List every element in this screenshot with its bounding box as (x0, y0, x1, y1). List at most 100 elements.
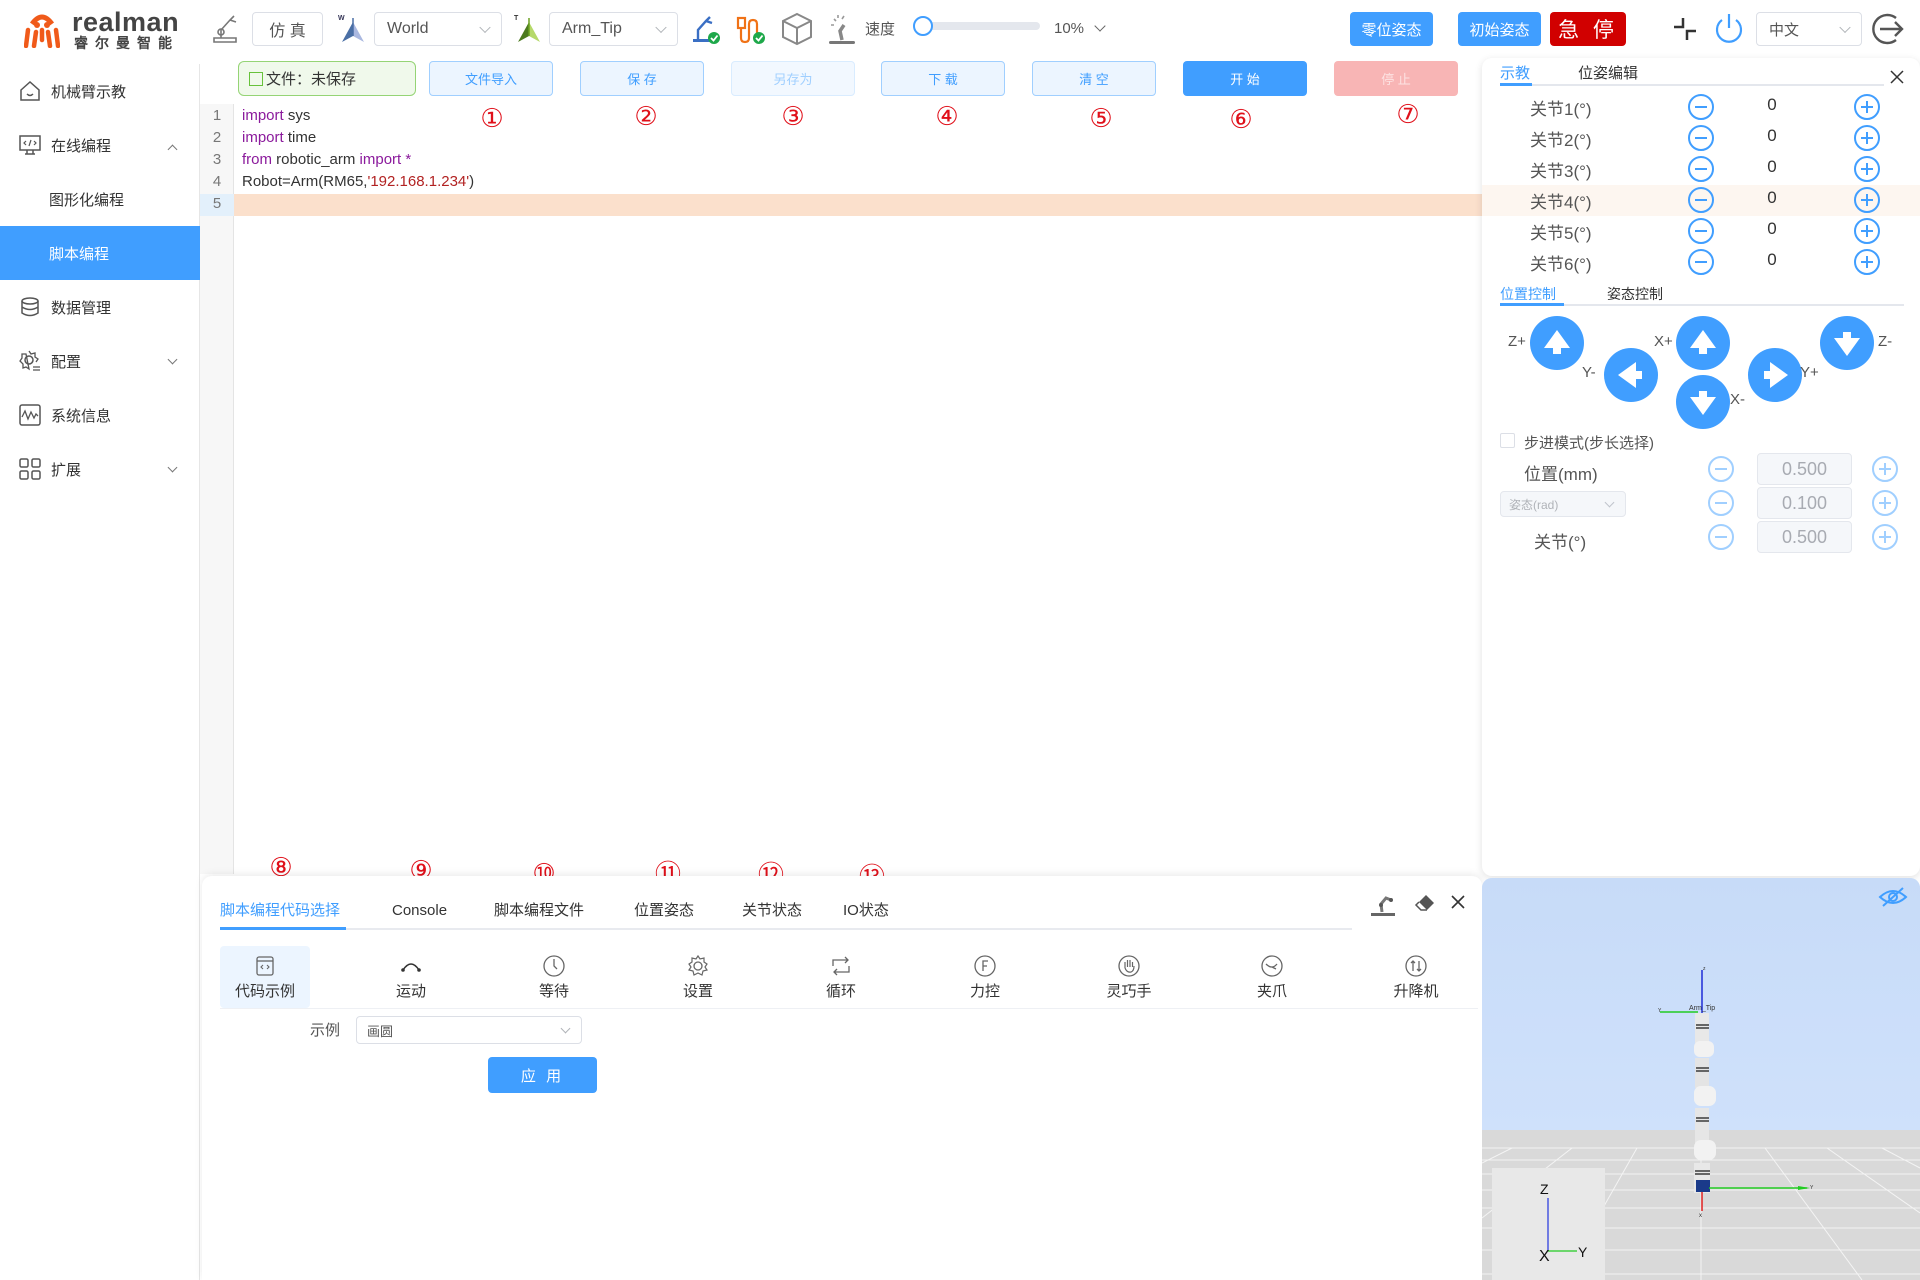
save-as-button[interactable]: 另存为 (731, 61, 855, 96)
tab-position-control[interactable]: 位置控制 (1500, 284, 1556, 304)
power-icon[interactable] (1712, 10, 1746, 48)
category-lift[interactable]: 升降机 (1371, 946, 1461, 1008)
sidebar-item-arm-teach[interactable]: 机械臂示教 (0, 64, 200, 118)
cube-icon[interactable] (780, 11, 814, 47)
stop-button[interactable]: 停 止 (1334, 61, 1458, 96)
z-minus-button[interactable] (1820, 316, 1874, 370)
robot-arm-icon[interactable] (210, 12, 240, 46)
code-editor[interactable] (234, 104, 1484, 874)
frame-select[interactable]: World (374, 12, 502, 46)
drag-teach-icon[interactable] (1368, 890, 1398, 918)
joint-step-increase-button[interactable] (1872, 524, 1898, 550)
visibility-toggle-icon[interactable] (1878, 886, 1908, 908)
import-file-button[interactable]: 文件导入 (429, 61, 553, 96)
sidebar-item-extensions[interactable]: 扩展 (0, 442, 200, 496)
drag-teach-icon[interactable] (826, 11, 858, 47)
joint-decrease-button[interactable] (1688, 125, 1714, 151)
sidebar-item-config[interactable]: 配置 (0, 334, 200, 388)
save-button[interactable]: 保 存 (580, 61, 704, 96)
sidebar-item-online-programming[interactable]: 在线编程 (0, 118, 200, 172)
joint-increase-button[interactable] (1854, 249, 1880, 275)
apply-button[interactable]: 应 用 (488, 1057, 597, 1093)
3d-scene: z Y Arm_Tip Y x Z Y X (1482, 878, 1920, 1280)
category-code-example[interactable]: 代码示例 (220, 946, 310, 1008)
tab-console[interactable]: Console (392, 896, 447, 926)
controller-connected-icon[interactable] (735, 12, 767, 46)
example-select[interactable]: 画圆 (356, 1016, 582, 1044)
download-button[interactable]: 下 载 (881, 61, 1005, 96)
category-loop[interactable]: 循环 (796, 946, 886, 1008)
tab-pose-edit[interactable]: 位姿编辑 (1578, 62, 1638, 83)
tab-teach[interactable]: 示教 (1500, 62, 1530, 83)
tab-joint-status[interactable]: 关节状态 (742, 896, 802, 926)
tab-script-files[interactable]: 脚本编程文件 (494, 896, 584, 926)
joint-decrease-button[interactable] (1688, 218, 1714, 244)
joint-decrease-button[interactable] (1688, 187, 1714, 213)
sidebar-item-graphical-programming[interactable]: 图形化编程 (0, 172, 200, 226)
joint-decrease-button[interactable] (1688, 249, 1714, 275)
joint-value[interactable]: 0 (1752, 188, 1792, 208)
orientation-step-increase-button[interactable] (1872, 490, 1898, 516)
joint-increase-button[interactable] (1854, 218, 1880, 244)
logout-icon[interactable] (1870, 10, 1908, 48)
arm-connected-icon[interactable] (690, 12, 722, 46)
tab-io-status[interactable]: IO状态 (843, 896, 889, 926)
initial-pose-button[interactable]: 初始姿态 (1458, 12, 1541, 46)
eraser-icon[interactable] (1414, 892, 1436, 914)
position-step-increase-button[interactable] (1872, 456, 1898, 482)
tab-orientation-control[interactable]: 姿态控制 (1607, 284, 1663, 304)
y-minus-button[interactable] (1604, 348, 1658, 402)
joint-value[interactable]: 0 (1752, 126, 1792, 146)
speed-slider[interactable] (913, 16, 1040, 36)
category-wait[interactable]: 等待 (509, 946, 599, 1008)
category-motion[interactable]: 运动 (366, 946, 456, 1008)
joint-value[interactable]: 0 (1752, 157, 1792, 177)
speed-dropdown-chevron-icon[interactable] (1094, 20, 1106, 32)
line-number: 3 (212, 151, 222, 168)
joint-increase-button[interactable] (1854, 125, 1880, 151)
category-force-control[interactable]: 力控 (940, 946, 1030, 1008)
tool-select[interactable]: Arm_Tip (549, 12, 678, 46)
category-gripper[interactable]: 夹爪 (1227, 946, 1317, 1008)
sidebar-item-script-programming[interactable]: 脚本编程 (0, 226, 200, 280)
joint-step-decrease-button[interactable] (1708, 524, 1734, 550)
joint-value[interactable]: 0 (1752, 95, 1792, 115)
tab-position-pose[interactable]: 位置姿态 (634, 896, 694, 926)
joint-value[interactable]: 0 (1752, 250, 1792, 270)
joint-increase-button[interactable] (1854, 94, 1880, 120)
joint-decrease-button[interactable] (1688, 156, 1714, 182)
step-mode-checkbox[interactable] (1500, 433, 1515, 448)
start-button[interactable]: 开 始 (1183, 61, 1307, 96)
z-plus-button[interactable] (1530, 316, 1584, 370)
joint-increase-button[interactable] (1854, 187, 1880, 213)
zero-pose-button[interactable]: 零位姿态 (1350, 12, 1433, 46)
category-settings[interactable]: 设置 (653, 946, 743, 1008)
orientation-step-value[interactable]: 0.100 (1757, 487, 1852, 519)
joint-value[interactable]: 0 (1752, 219, 1792, 239)
category-dexterous-hand[interactable]: 灵巧手 (1084, 946, 1174, 1008)
code-text: time (283, 129, 317, 146)
collapse-icon[interactable] (1670, 14, 1700, 44)
close-icon[interactable] (1450, 894, 1466, 910)
simulation-button[interactable]: 仿 真 (252, 12, 323, 46)
x-plus-button[interactable] (1676, 316, 1730, 370)
emergency-stop-button[interactable]: 急 停 (1550, 12, 1626, 46)
sidebar-item-data-management[interactable]: 数据管理 (0, 280, 200, 334)
joint-increase-button[interactable] (1854, 156, 1880, 182)
clear-button[interactable]: 清 空 (1032, 61, 1156, 96)
orientation-step-decrease-button[interactable] (1708, 490, 1734, 516)
tab-code-selection[interactable]: 脚本编程代码选择 (220, 896, 340, 926)
position-step-value[interactable]: 0.500 (1757, 453, 1852, 485)
speed-slider-thumb[interactable] (913, 16, 933, 36)
close-icon[interactable] (1890, 70, 1904, 84)
orientation-step-select[interactable]: 姿态(rad) (1500, 491, 1626, 517)
language-select[interactable]: 中文 (1756, 12, 1862, 46)
y-plus-button[interactable] (1748, 348, 1802, 402)
joint-step-value[interactable]: 0.500 (1757, 521, 1852, 553)
position-step-decrease-button[interactable] (1708, 456, 1734, 482)
3d-viewport[interactable]: z Y Arm_Tip Y x Z Y X (1482, 878, 1920, 1280)
controller-box (1696, 1180, 1710, 1192)
joint-decrease-button[interactable] (1688, 94, 1714, 120)
sidebar-item-system-info[interactable]: 系统信息 (0, 388, 200, 442)
x-minus-button[interactable] (1676, 375, 1730, 429)
